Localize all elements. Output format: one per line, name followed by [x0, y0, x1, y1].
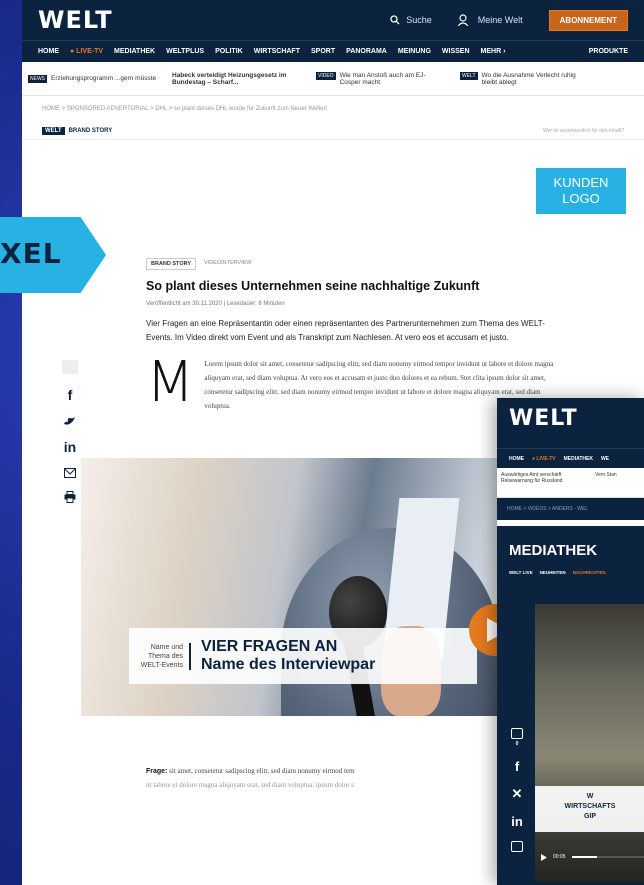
mobile-nav-item[interactable]: MEDIATHEK	[564, 456, 593, 462]
mobile-nav-item[interactable]: ● LIVE-TV	[532, 456, 556, 462]
mobile-nav-item[interactable]: WE	[601, 456, 609, 462]
article-title: So plant dieses Unternehmen seine nachha…	[146, 279, 480, 293]
mobile-share-bar: 0 f ✕ in	[509, 728, 525, 852]
nav-item[interactable]: MEHR ›	[481, 48, 506, 55]
mail-icon[interactable]	[511, 841, 523, 852]
nav-item[interactable]: WELTPLUS	[166, 48, 204, 55]
search-button[interactable]: Suche	[390, 15, 432, 25]
teaser-text: Erziehungsprogramm ...gern müsste	[51, 74, 157, 82]
teaser-strip: NEWS Erziehungsprogramm ...gern müsste Hab…	[22, 62, 644, 96]
caption-headline: VIER FRAGEN AN	[201, 638, 338, 655]
question-label: Frage:	[146, 768, 168, 775]
teaser-item[interactable]: WELT Wo die Ausnahme Verlecht ruhig bleib…	[460, 71, 590, 86]
mobile-page-title: MEDIATHEK	[509, 542, 598, 559]
mobile-teaser[interactable]: Vem Stan	[595, 472, 617, 493]
facebook-icon[interactable]: f	[68, 387, 73, 403]
customer-logo-placeholder: KUNDEN LOGO	[536, 168, 626, 214]
search-label: Suche	[406, 15, 432, 25]
mobile-teaser[interactable]: Auswärtiges Amt verschärft Reisewarnung …	[501, 472, 589, 493]
linkedin-icon[interactable]: in	[511, 814, 523, 829]
welt-logo[interactable]: WELT	[38, 6, 113, 34]
nav-item[interactable]: PANORAMA	[346, 48, 387, 55]
teaser-text: Habeck verteidigt Heizungsgesetz im Bund…	[172, 71, 287, 86]
video-hero-image[interactable]: Name und Thema des WELT-Events VIER FRAG…	[81, 458, 526, 716]
comment-icon[interactable]	[511, 728, 523, 739]
mobile-nav-item[interactable]: HOME	[509, 456, 524, 462]
nav-item[interactable]: PRODUKTE	[589, 48, 628, 55]
breadcrumb[interactable]: HOME > SPONSORED ADVERTORIAL > DHL > so …	[22, 96, 644, 122]
nav-item[interactable]: HOME	[38, 48, 59, 55]
nav-item[interactable]: POLITIK	[215, 48, 243, 55]
nav-item[interactable]: ● LIVE-TV	[70, 48, 103, 55]
nav-item[interactable]: WIRTSCHAFT	[254, 48, 300, 55]
nav-item[interactable]: MEINUNG	[398, 48, 431, 55]
tab-neuheiten[interactable]: NEUHEITEN	[540, 570, 566, 575]
play-icon[interactable]	[541, 853, 547, 861]
comment-icon[interactable]	[62, 360, 78, 374]
question-paragraph: Frage: sit amet, consetetur sadipscing e…	[146, 764, 556, 779]
brand-story-bar: WELT BRAND STORY Wer ist verantwortlich …	[22, 122, 644, 140]
mobile-video-player[interactable]	[535, 604, 644, 882]
abo-button[interactable]: ABONNEMENT	[548, 9, 628, 31]
teaser-text: Wo die Ausnahme Verlecht ruhig bleibt ab…	[481, 71, 576, 86]
mobile-breadcrumb[interactable]: HOME > VIDEOS > ANDERS - WEL	[497, 498, 644, 520]
mobile-welt-logo[interactable]: WELT	[509, 406, 578, 431]
teaser-text: Wie man Anstoß auch am EJ-Cosper macht	[339, 71, 426, 86]
teaser-item[interactable]: VIDEO Wie man Anstoß auch am EJ-Cosper ma…	[316, 71, 446, 86]
caption-event-name: Name und Thema des WELT-Events	[129, 642, 191, 670]
teaser-badge: WELT	[460, 71, 478, 80]
ad-notice-link[interactable]: Wer ist verantwortlich für den Inhalt?	[543, 128, 624, 134]
tag-brand-story[interactable]: BRAND STORY	[146, 258, 197, 270]
article-intro: Vier Fragen an eine Repräsentantin oder …	[146, 319, 545, 342]
drop-cap: M	[146, 350, 195, 415]
tag-videointerview[interactable]: VIDEOINTERVIEW	[204, 258, 252, 270]
x-icon[interactable]: ✕	[512, 786, 523, 802]
video-progress[interactable]	[571, 856, 644, 858]
brand-story-label: BRAND STORY	[68, 127, 113, 134]
teaser-badge: VIDEO	[316, 71, 336, 80]
account-button[interactable]: Meine Welt	[457, 14, 523, 26]
nav-item[interactable]: MEDIATHEK	[114, 48, 155, 55]
tab-nachrichten[interactable]: NACHRICHTEN	[573, 570, 606, 575]
customer-logo-line1: KUNDEN	[553, 175, 609, 190]
tab-welt-live[interactable]: WELT LIVE	[509, 570, 533, 575]
site-header: WELT Suche Meine Welt ABONNEMENT	[22, 0, 644, 40]
video-controls: 00:05	[535, 850, 644, 864]
main-nav: HOME ● LIVE-TV MEDIATHEK WELTPLUS POLITIK WIR…	[22, 40, 644, 62]
mail-icon[interactable]	[64, 468, 76, 478]
question-paragraph-continued: ut labore et dolore magna aliquyam erat,…	[146, 781, 355, 789]
caption-interviewee: Name des Interviewpar	[201, 656, 376, 673]
format-label-text: XEL	[0, 237, 62, 270]
nav-item[interactable]: SPORT	[311, 48, 335, 55]
teaser-item[interactable]: NEWS Erziehungsprogramm ...gern müsste	[28, 74, 158, 83]
print-icon[interactable]	[64, 491, 76, 503]
linkedin-icon[interactable]: in	[64, 439, 76, 455]
share-bar: f in	[60, 360, 80, 503]
article-meta: Veröffentlicht am 30.11.2020 | Lesedauer…	[146, 301, 285, 307]
user-icon	[457, 14, 469, 26]
facebook-icon[interactable]: f	[515, 759, 519, 774]
comment-count: 0	[515, 741, 519, 747]
mobile-video-caption: W WIRTSCHAFTS GIP	[535, 786, 644, 832]
nav-item[interactable]: WISSEN	[442, 48, 470, 55]
teaser-badge: NEWS	[28, 74, 47, 83]
teaser-item[interactable]: Habeck verteidigt Heizungsgesetz im Bund…	[172, 72, 302, 86]
search-icon	[390, 15, 400, 25]
article: BRAND STORY VIDEOINTERVIEW So plant dies…	[146, 258, 566, 413]
mobile-tabs: WELT LIVE NEUHEITEN NACHRICHTEN	[509, 570, 606, 575]
mobile-preview: WELT HOME ● LIVE-TV MEDIATHEK WE Auswärtige…	[497, 398, 644, 885]
welt-badge: WELT	[42, 126, 65, 135]
question-text: sit amet, consetetur sadipscing elitr, s…	[167, 767, 355, 775]
mobile-header: WELT	[497, 398, 644, 448]
account-label: Meine Welt	[477, 15, 523, 25]
mobile-teasers: Auswärtiges Amt verschärft Reisewarnung …	[497, 468, 644, 498]
mobile-nav: HOME ● LIVE-TV MEDIATHEK WE	[497, 448, 644, 468]
twitter-icon[interactable]	[64, 416, 76, 426]
video-time: 00:05	[553, 854, 566, 860]
customer-logo-line2: LOGO	[562, 191, 600, 206]
video-caption: Name und Thema des WELT-Events VIER FRAG…	[129, 628, 477, 684]
